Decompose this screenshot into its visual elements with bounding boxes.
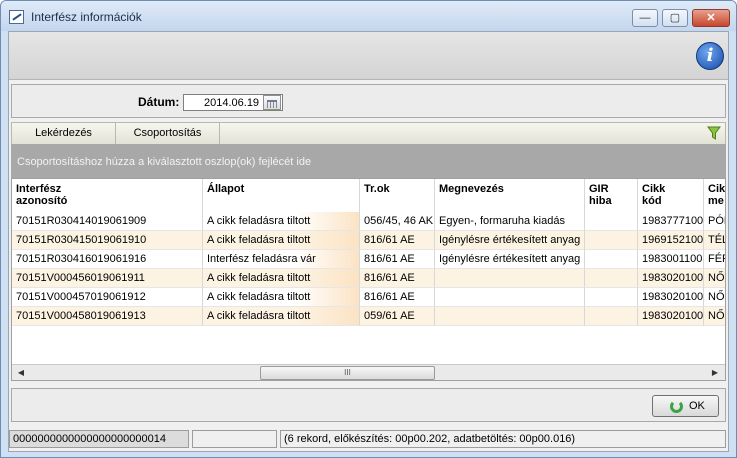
column-header[interactable]: Tr.ok xyxy=(360,179,435,212)
table-cell: NŐI xyxy=(704,288,725,307)
ok-button[interactable]: OK xyxy=(652,395,719,417)
table-cell: A cikk feladásra tiltott xyxy=(203,288,360,307)
data-grid: Interfész azonosító Állapot Tr.ok Megnevezé… xyxy=(11,178,726,381)
table-row[interactable]: 70151R030415019061910 A cikk feladásra ti… xyxy=(12,231,725,250)
table-cell: 816/61 AE xyxy=(360,250,435,269)
status-middle xyxy=(192,430,277,448)
column-header[interactable]: GIR hiba xyxy=(585,179,638,212)
status-info: (6 rekord, előkészítés: 00p00.202, adatb… xyxy=(280,430,726,448)
table-cell: 70151V000456019061911 xyxy=(12,269,203,288)
app-icon xyxy=(9,10,24,24)
table-cell xyxy=(585,212,638,231)
column-header[interactable]: Cikk kód xyxy=(638,179,704,212)
scroll-thumb[interactable]: III xyxy=(260,366,435,380)
scroll-right-icon[interactable]: ▶ xyxy=(709,367,721,379)
table-cell: FÉR xyxy=(704,250,725,269)
app-window: Interfész információk — ▢ ✕ i Dátum: 201… xyxy=(0,0,737,458)
table-cell: A cikk feladásra tiltott xyxy=(203,269,360,288)
table-cell xyxy=(435,269,585,288)
table-cell: TÉLI xyxy=(704,231,725,250)
table-cell: 816/61 AE xyxy=(360,231,435,250)
table-row[interactable]: 70151V000457019061912 A cikk feladásra ti… xyxy=(12,288,725,307)
table-cell xyxy=(585,288,638,307)
ok-label: OK xyxy=(689,400,705,412)
table-row[interactable]: 70151R030414019061909 A cikk feladásra ti… xyxy=(12,212,725,231)
group-by-drop-area[interactable]: Csoportosításhoz húzza a kiválasztott os… xyxy=(11,144,726,178)
table-cell: A cikk feladásra tiltott xyxy=(203,307,360,326)
table-row[interactable]: 70151V000456019061911 A cikk feladásra ti… xyxy=(12,269,725,288)
status-id: 0000000000000000000000014 xyxy=(9,430,189,448)
table-cell: Igénylésre értékesített anyag xyxy=(435,250,585,269)
scroll-left-icon[interactable]: ◀ xyxy=(15,367,27,379)
footer-panel: OK xyxy=(11,388,726,422)
table-cell: 70151R030414019061909 xyxy=(12,212,203,231)
table-cell: 816/61 AE xyxy=(360,288,435,307)
table-cell: 056/45, 46 AK xyxy=(360,212,435,231)
table-cell: Igénylésre értékesített anyag xyxy=(435,231,585,250)
table-cell: 059/61 AE xyxy=(360,307,435,326)
table-cell: 70151R030415019061910 xyxy=(12,231,203,250)
table-cell: NŐI xyxy=(704,269,725,288)
info-icon[interactable]: i xyxy=(696,42,724,70)
table-cell: 70151R030416019061916 xyxy=(12,250,203,269)
table-cell xyxy=(435,288,585,307)
header-banner: i xyxy=(9,32,728,80)
table-cell xyxy=(585,250,638,269)
table-cell: Egyen-, formaruha kiadás xyxy=(435,212,585,231)
table-cell: 1983777100 xyxy=(638,212,704,231)
tab-lekerdezes[interactable]: Lekérdezés xyxy=(12,123,116,144)
horizontal-scrollbar[interactable]: ◀ III ▶ xyxy=(12,364,725,380)
table-row[interactable]: 70151V000458019061913 A cikk feladásra ti… xyxy=(12,307,725,326)
table-cell: Interfész feladásra vár xyxy=(203,250,360,269)
table-cell: A cikk feladásra tiltott xyxy=(203,231,360,250)
table-cell: 1983020100 xyxy=(638,307,704,326)
table-row[interactable]: 70151R030416019061916 Interfész feladásra… xyxy=(12,250,725,269)
table-cell: A cikk feladásra tiltott xyxy=(203,212,360,231)
status-bar: 0000000000000000000000014 (6 rekord, elő… xyxy=(9,427,728,451)
date-label: Dátum: xyxy=(138,95,180,109)
client-area: i Dátum: 2014.06.19 Lekérdezés Csoportos… xyxy=(8,31,729,452)
table-cell xyxy=(585,269,638,288)
table-cell xyxy=(435,307,585,326)
title-bar: Interfész információk — ▢ ✕ xyxy=(1,1,736,31)
calendar-icon[interactable] xyxy=(263,95,281,110)
table-cell: PÓL xyxy=(704,212,725,231)
table-cell: NŐI xyxy=(704,307,725,326)
refresh-arrow-icon xyxy=(670,400,683,413)
minimize-button[interactable]: — xyxy=(632,9,658,27)
table-cell xyxy=(585,231,638,250)
table-cell: 816/61 AE xyxy=(360,269,435,288)
table-cell: 1983020100 xyxy=(638,288,704,307)
column-header[interactable]: Interfész azonosító xyxy=(12,179,203,212)
tab-strip: Lekérdezés Csoportosítás xyxy=(11,122,726,144)
table-cell: 70151V000458019061913 xyxy=(12,307,203,326)
column-header[interactable]: Állapot xyxy=(203,179,360,212)
table-cell: 1983001100 xyxy=(638,250,704,269)
table-cell: 1983020100 xyxy=(638,269,704,288)
table-cell: 70151V000457019061912 xyxy=(12,288,203,307)
column-header[interactable]: Cikk me xyxy=(704,179,725,212)
table-cell: 1969152100 xyxy=(638,231,704,250)
column-header[interactable]: Megnevezés xyxy=(435,179,585,212)
tab-csoportositas[interactable]: Csoportosítás xyxy=(116,123,220,144)
maximize-button[interactable]: ▢ xyxy=(662,9,688,27)
date-filter-panel: Dátum: 2014.06.19 xyxy=(11,84,726,118)
close-button[interactable]: ✕ xyxy=(692,9,730,27)
table-cell xyxy=(585,307,638,326)
window-title: Interfész információk xyxy=(31,10,142,24)
filter-icon[interactable] xyxy=(707,126,721,140)
